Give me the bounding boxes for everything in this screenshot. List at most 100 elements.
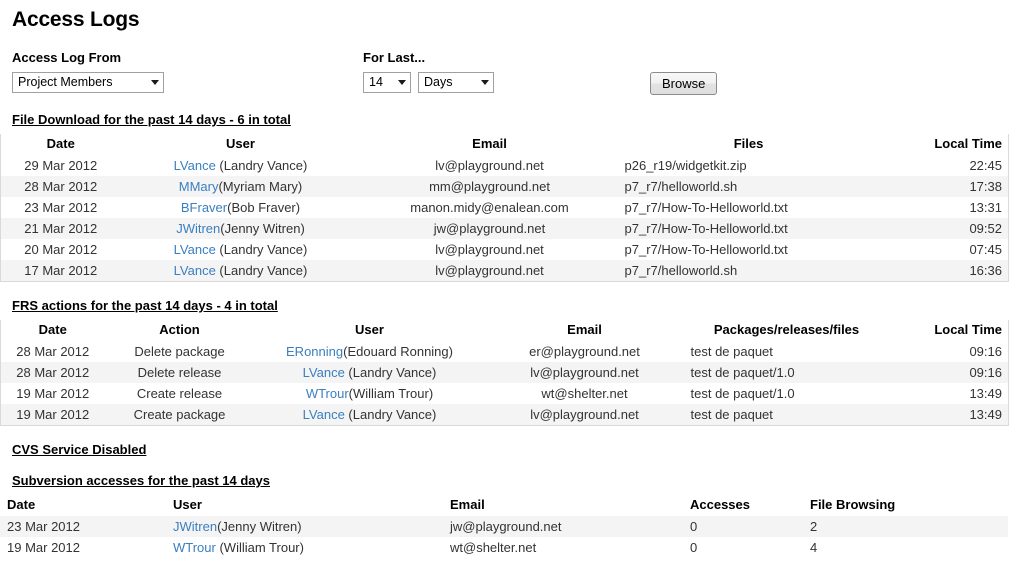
table-header-row: Date Action User Email Packages/releases…: [0, 320, 1009, 341]
user-link[interactable]: JWitren: [176, 221, 220, 236]
cell-email: er@playground.net: [484, 341, 685, 362]
column-header-user: User: [166, 495, 443, 516]
cell-date: 28 Mar 2012: [0, 176, 121, 197]
cell-file-browsing: 4: [803, 537, 1008, 558]
user-realname: (Bob Fraver): [227, 200, 301, 215]
cell-local-time: 13:31: [878, 197, 1009, 218]
browse-button[interactable]: Browse: [650, 72, 718, 95]
user-link[interactable]: ERonning: [286, 344, 343, 359]
cell-date: 21 Mar 2012: [0, 218, 121, 239]
cell-email: manon.midy@enalean.com: [360, 197, 619, 218]
cell-action: Create release: [104, 383, 255, 404]
cell-date: 20 Mar 2012: [0, 239, 121, 260]
period-count-select[interactable]: 14: [363, 72, 411, 93]
cell-user: JWitren(Jenny Witren): [120, 218, 361, 239]
cell-package: test de paquet/1.0: [684, 383, 889, 404]
user-link[interactable]: LVance: [303, 365, 345, 380]
cell-date: 29 Mar 2012: [0, 155, 121, 176]
cell-email: wt@shelter.net: [484, 383, 685, 404]
access-logs-page: Access Logs Access Log From Project Memb…: [0, 8, 1010, 558]
cell-date: 23 Mar 2012: [0, 516, 166, 537]
table-row: 29 Mar 2012 LVance (Landry Vance) lv@pla…: [0, 155, 1009, 176]
cell-local-time: 17:38: [878, 176, 1009, 197]
access-log-from-select[interactable]: Project Members: [12, 72, 164, 93]
column-header-user: User: [120, 134, 361, 155]
user-link[interactable]: LVance: [174, 158, 216, 173]
cell-date: 19 Mar 2012: [0, 537, 166, 558]
svn-table: Date User Email Accesses File Browsing 2…: [0, 495, 1008, 558]
user-realname: (Myriam Mary): [218, 179, 303, 194]
table-row: 28 Mar 2012 MMary(Myriam Mary) mm@playgr…: [0, 176, 1009, 197]
cell-file: p26_r19/widgetkit.zip: [618, 155, 879, 176]
access-log-from-value: Project Members: [18, 75, 113, 89]
table-header-row: Date User Email Files Local Time: [0, 134, 1009, 155]
cell-date: 17 Mar 2012: [0, 260, 121, 282]
user-realname: (Jenny Witren): [217, 519, 302, 534]
user-link[interactable]: BFraver: [181, 200, 227, 215]
frs-table: Date Action User Email Packages/releases…: [0, 320, 1009, 426]
cell-local-time: 22:45: [878, 155, 1009, 176]
cell-local-time: 07:45: [878, 239, 1009, 260]
filter-form: Access Log From Project Members For Last…: [0, 50, 1010, 112]
user-realname: (Jenny Witren): [220, 221, 305, 236]
cell-package: test de paquet/1.0: [684, 362, 889, 383]
cell-local-time: 09:16: [888, 362, 1009, 383]
cell-user: LVance (Landry Vance): [254, 404, 485, 426]
table-row: 28 Mar 2012 Delete package ERonning(Edou…: [0, 341, 1009, 362]
cvs-section: CVS Service Disabled: [0, 442, 1010, 457]
cell-package: test de paquet: [684, 404, 889, 426]
cell-file: p7_r7/How-To-Helloworld.txt: [618, 218, 879, 239]
column-header-accesses: Accesses: [683, 495, 803, 516]
cell-date: 23 Mar 2012: [0, 197, 121, 218]
cell-action: Delete package: [104, 341, 255, 362]
svn-section: Subversion accesses for the past 14 days: [0, 473, 1010, 488]
cell-user: JWitren(Jenny Witren): [166, 516, 443, 537]
cell-user: ERonning(Edouard Ronning): [254, 341, 485, 362]
cell-email: lv@playground.net: [360, 239, 619, 260]
cell-date: 28 Mar 2012: [0, 341, 105, 362]
user-realname: (William Trour): [215, 540, 304, 555]
column-header-local-time: Local Time: [878, 134, 1009, 155]
user-link[interactable]: MMary: [179, 179, 219, 194]
user-link[interactable]: LVance: [303, 407, 345, 422]
table-row: 23 Mar 2012 BFraver(Bob Fraver) manon.mi…: [0, 197, 1009, 218]
cell-date: 19 Mar 2012: [0, 383, 105, 404]
table-row: 21 Mar 2012 JWitren(Jenny Witren) jw@pla…: [0, 218, 1009, 239]
cell-user: LVance (Landry Vance): [254, 362, 485, 383]
cvs-heading: CVS Service Disabled: [12, 442, 147, 457]
cell-action: Delete release: [104, 362, 255, 383]
user-realname: (Landry Vance): [215, 242, 308, 257]
user-link[interactable]: LVance: [174, 242, 216, 257]
for-last-label: For Last...: [363, 50, 426, 65]
chevron-down-icon: [481, 80, 489, 85]
period-unit-select[interactable]: Days: [418, 72, 494, 93]
user-link[interactable]: WTrour: [306, 386, 349, 401]
column-header-date: Date: [0, 320, 105, 341]
cell-local-time: 16:36: [878, 260, 1009, 282]
chevron-down-icon: [151, 80, 159, 85]
cell-user: LVance (Landry Vance): [120, 239, 361, 260]
cell-file: p7_r7/helloworld.sh: [618, 260, 879, 282]
file-download-table: Date User Email Files Local Time 29 Mar …: [0, 134, 1009, 282]
svn-body: 23 Mar 2012 JWitren(Jenny Witren) jw@pla…: [0, 516, 1008, 558]
file-download-heading: File Download for the past 14 days - 6 i…: [12, 112, 291, 127]
cell-date: 28 Mar 2012: [0, 362, 105, 383]
column-header-file-browsing: File Browsing: [803, 495, 1008, 516]
user-realname: (Landry Vance): [344, 407, 437, 422]
cell-email: mm@playground.net: [360, 176, 619, 197]
column-header-email: Email: [443, 495, 683, 516]
table-row: 20 Mar 2012 LVance (Landry Vance) lv@pla…: [0, 239, 1009, 260]
for-last-field: For Last... 14 Days: [363, 50, 494, 93]
cell-user: LVance (Landry Vance): [120, 260, 361, 282]
cell-local-time: 09:16: [888, 341, 1009, 362]
user-link[interactable]: WTrour: [173, 540, 216, 555]
user-link[interactable]: JWitren: [173, 519, 217, 534]
table-row: 23 Mar 2012 JWitren(Jenny Witren) jw@pla…: [0, 516, 1008, 537]
user-link[interactable]: LVance: [174, 263, 216, 278]
column-header-action: Action: [104, 320, 255, 341]
column-header-files: Files: [618, 134, 879, 155]
browse-action: Browse: [650, 72, 718, 95]
cell-email: lv@playground.net: [484, 362, 685, 383]
cell-user: WTrour (William Trour): [166, 537, 443, 558]
